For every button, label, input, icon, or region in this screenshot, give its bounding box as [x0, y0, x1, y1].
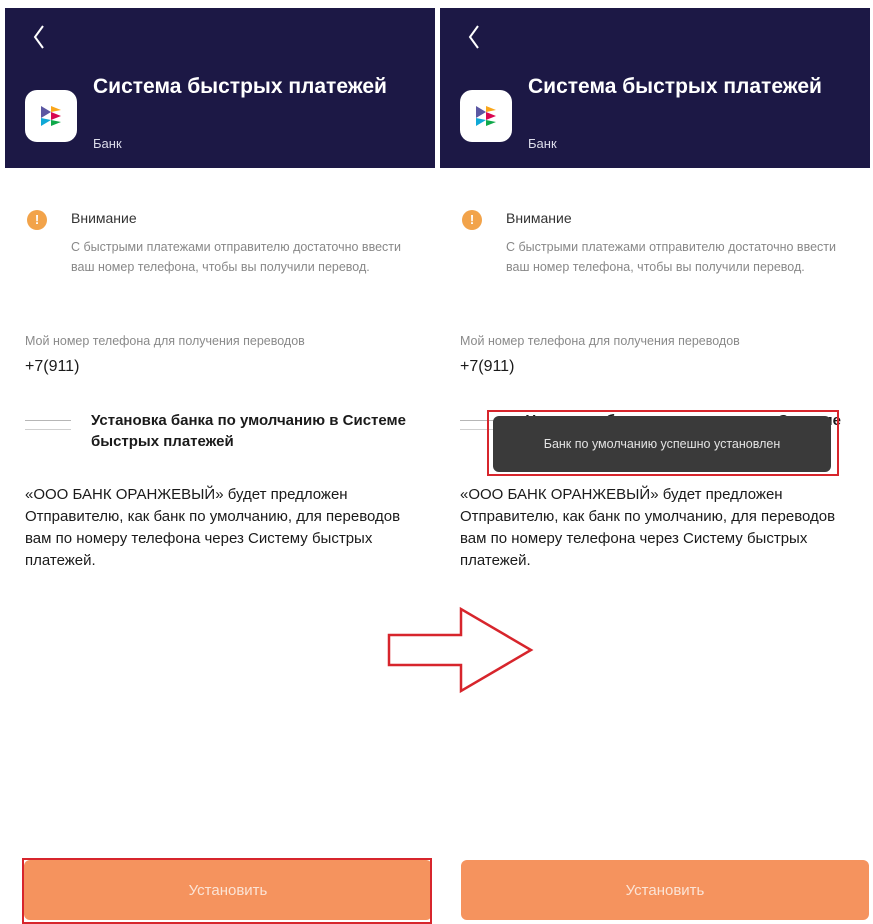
app-header: Система быстрых платежей Банк [440, 8, 870, 168]
warning-title: Внимание [71, 210, 137, 226]
warning-title: Внимание [506, 210, 572, 226]
screen-after: Система быстрых платежей Банк ! Внимание… [437, 0, 873, 924]
page-subtitle: Банк [93, 136, 122, 151]
content-sheet: ! Внимание С быстрыми платежами отправит… [5, 170, 435, 924]
warning-text: С быстрыми платежами отправителю достато… [71, 240, 401, 274]
default-bank-description: «ООО БАНК ОРАНЖЕВЫЙ» будет предложен Отп… [25, 486, 401, 569]
page-title: Система быстрых платежей [93, 75, 387, 98]
phone-value: +7(911) [460, 358, 515, 375]
toggle-icon[interactable] [25, 420, 71, 430]
app-header: Система быстрых платежей Банк [5, 8, 435, 168]
phone-label: Мой номер телефона для получения перевод… [460, 334, 740, 348]
phone-value: +7(911) [25, 358, 80, 375]
highlight-box [22, 858, 432, 924]
page-subtitle: Банк [528, 136, 557, 151]
highlight-box [487, 410, 839, 476]
warning-icon: ! [27, 210, 47, 230]
sbp-logo-icon [25, 90, 77, 142]
warning-text: С быстрыми платежами отправителю достато… [506, 240, 836, 274]
page-title: Система быстрых платежей [528, 75, 822, 98]
arrow-right-icon [387, 606, 534, 694]
back-arrow-icon[interactable] [27, 22, 53, 52]
screen-before: Система быстрых платежей Банк ! Внимание… [0, 0, 436, 924]
back-arrow-icon[interactable] [462, 22, 488, 52]
install-button[interactable]: Установить [461, 860, 869, 920]
sbp-logo-icon [460, 90, 512, 142]
default-bank-description: «ООО БАНК ОРАНЖЕВЫЙ» будет предложен Отп… [460, 486, 836, 569]
default-bank-toggle-row[interactable]: Установка банка по умолчанию в Системе б… [25, 402, 425, 462]
content-sheet: ! Внимание С быстрыми платежами отправит… [440, 170, 870, 924]
warning-icon: ! [462, 210, 482, 230]
phone-label: Мой номер телефона для получения перевод… [25, 334, 305, 348]
default-bank-label: Установка банка по умолчанию в Системе б… [91, 412, 406, 450]
